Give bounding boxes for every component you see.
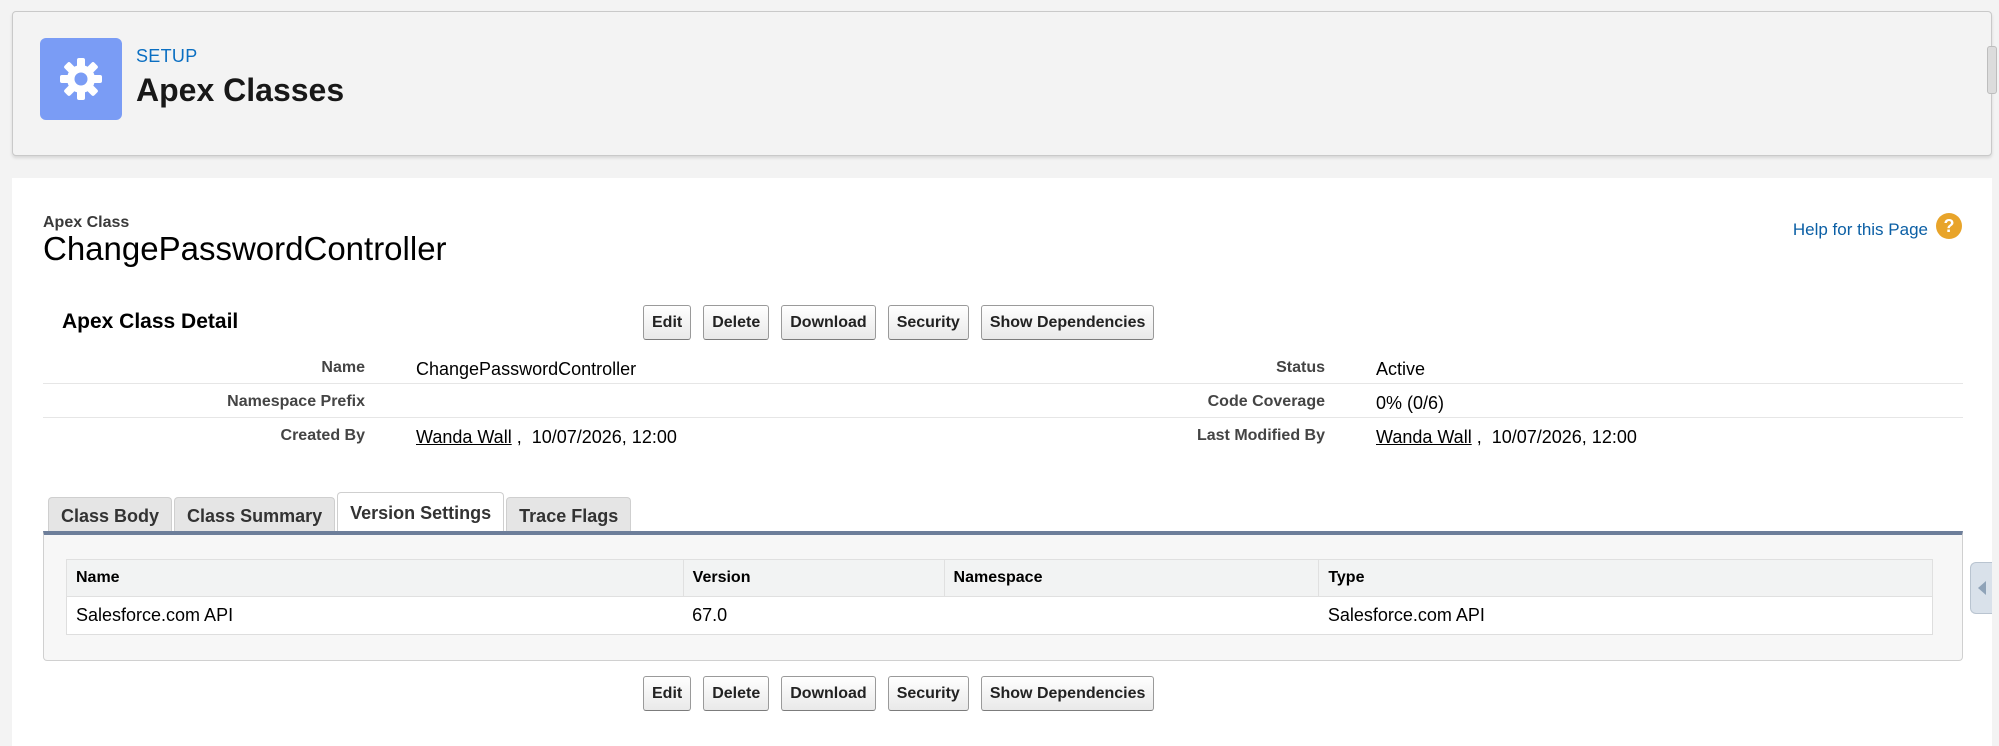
name-value: ChangePasswordController [416, 359, 637, 379]
show-dependencies-button[interactable]: Show Dependencies [980, 305, 1155, 340]
setup-eyebrow: SETUP [136, 46, 198, 66]
detail-panel: Apex Class ChangePasswordController Help… [12, 178, 1992, 746]
page-title: Apex Classes [136, 72, 345, 108]
security-button[interactable]: Security [887, 676, 969, 711]
show-dependencies-button[interactable]: Show Dependencies [980, 676, 1155, 711]
field-row-namespace: Namespace Prefix Code Coverage 0% (0/6) [43, 384, 1963, 418]
cell-name: Salesforce.com API [66, 596, 684, 635]
edge-handle[interactable] [1987, 46, 1997, 94]
created-by-separator: , [511, 427, 532, 447]
chevron-left-icon [1977, 581, 1986, 595]
modified-by-date: 10/07/2026, 12:00 [1491, 427, 1637, 447]
name-label: Name [321, 359, 365, 376]
edit-button[interactable]: Edit [643, 676, 692, 711]
modified-by-label: Last Modified By [1196, 427, 1325, 444]
gear-icon [40, 38, 122, 120]
section-title: Apex Class Detail [62, 310, 239, 333]
coverage-value: 0% (0/6) [1376, 393, 1445, 413]
delete-button[interactable]: Delete [703, 305, 770, 340]
modified-by-user-link[interactable]: Wanda Wall [1376, 427, 1472, 447]
created-by-user-link[interactable]: Wanda Wall [416, 427, 512, 447]
column-header-type: Type [1318, 559, 1933, 597]
namespace-label: Namespace Prefix [227, 393, 365, 410]
column-header-namespace: Namespace [943, 559, 1320, 597]
coverage-label: Code Coverage [1207, 393, 1325, 410]
tab-trace-flags[interactable]: Trace Flags [506, 497, 632, 534]
field-row-created: Created By Wanda Wall , 10/07/2026, 12:0… [43, 418, 1963, 452]
bottom-button-row: Edit Delete Download Security Show Depen… [643, 676, 1155, 711]
tab-class-summary[interactable]: Class Summary [174, 497, 336, 534]
tab-version-settings[interactable]: Version Settings [337, 492, 505, 534]
column-header-version: Version [682, 559, 945, 597]
table-header-row: Name Version Namespace Type [66, 559, 1933, 597]
version-settings-table: Name Version Namespace Type Salesforce.c… [66, 559, 1933, 635]
download-button[interactable]: Download [781, 676, 876, 711]
help-link[interactable]: Help for this Page [1793, 220, 1928, 240]
created-by-value: Wanda Wall , 10/07/2026, 12:00 [416, 427, 677, 448]
modified-by-value: Wanda Wall , 10/07/2026, 12:00 [1376, 427, 1637, 448]
status-value: Active [1376, 359, 1426, 379]
help-icon[interactable]: ? [1936, 213, 1962, 239]
created-by-label: Created By [280, 427, 365, 444]
table-row: Salesforce.com API 67.0 Salesforce.com A… [66, 596, 1933, 635]
download-button[interactable]: Download [781, 305, 876, 340]
field-row-name: Name ChangePasswordController Status Act… [43, 350, 1963, 384]
status-label: Status [1276, 359, 1325, 376]
created-by-date: 10/07/2026, 12:00 [531, 427, 677, 447]
edit-button[interactable]: Edit [643, 305, 692, 340]
modified-by-separator: , [1471, 427, 1492, 447]
security-button[interactable]: Security [887, 305, 969, 340]
cell-version: 67.0 [683, 596, 945, 635]
column-header-name: Name [66, 559, 684, 597]
tab-class-body[interactable]: Class Body [48, 497, 173, 534]
version-settings-panel: Name Version Namespace Type Salesforce.c… [43, 531, 1963, 661]
delete-button[interactable]: Delete [703, 676, 770, 711]
setup-header: SETUP Apex Classes [12, 11, 1997, 156]
top-button-row: Edit Delete Download Security Show Depen… [643, 305, 1155, 340]
cell-type: Salesforce.com API [1318, 596, 1933, 635]
cell-namespace [944, 596, 1319, 635]
tab-bar: Class Body Class Summary Version Setting… [48, 492, 632, 534]
record-title: ChangePasswordController [43, 230, 447, 267]
collapse-panel-toggle[interactable] [1970, 562, 1992, 614]
